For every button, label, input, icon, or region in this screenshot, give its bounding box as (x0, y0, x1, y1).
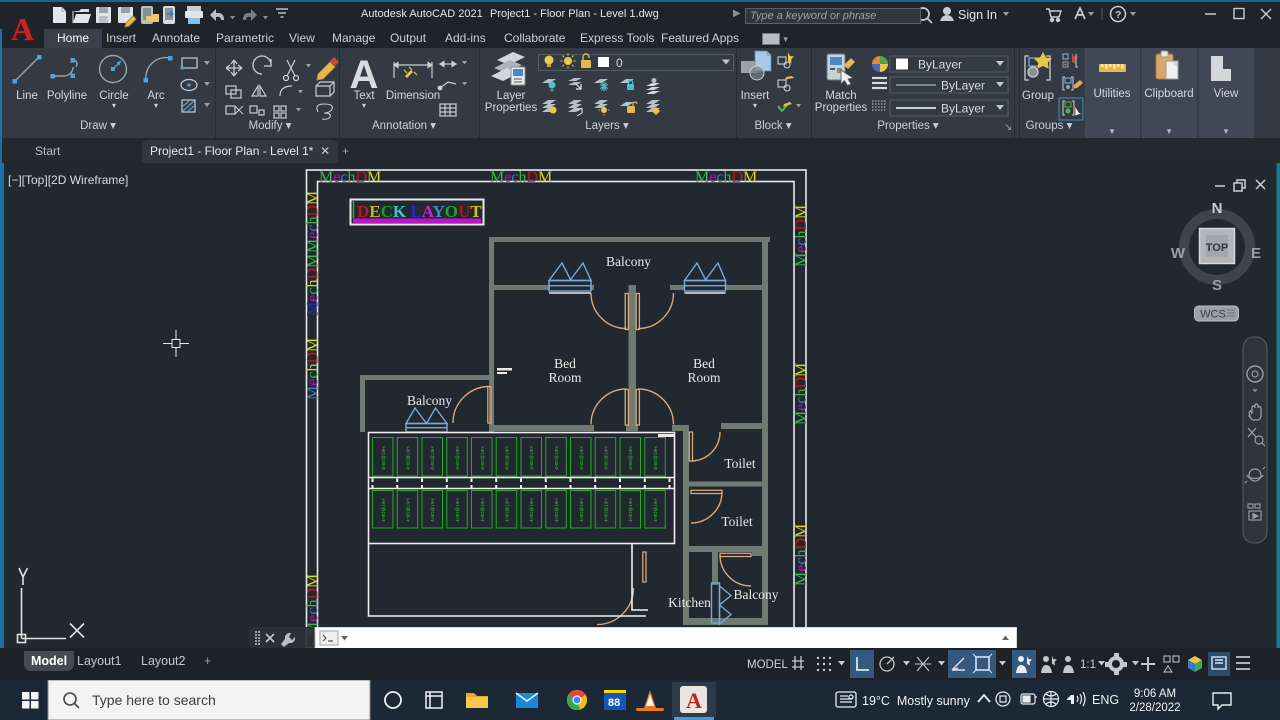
svg-text:0: 0 (616, 56, 623, 70)
svg-text:Clipboard: Clipboard (1144, 88, 1193, 100)
svg-text:4HID@19H: 4HID@19H (579, 498, 584, 522)
svg-text:88: 88 (608, 697, 620, 709)
svg-text:Line: Line (16, 90, 38, 102)
svg-text:Modify ▾: Modify ▾ (249, 120, 292, 132)
svg-text:Type here to search: Type here to search (92, 692, 216, 708)
svg-text:Bed: Bed (554, 356, 576, 371)
svg-text:W: W (1171, 245, 1186, 262)
svg-text:DECK LAYOUT: DECK LAYOUT (357, 202, 482, 221)
svg-text:TOP: TOP (1206, 242, 1228, 254)
svg-text:Room: Room (548, 370, 582, 385)
svg-text:Balcony: Balcony (606, 254, 651, 269)
svg-text:4HID@19H: 4HID@19H (529, 446, 534, 470)
svg-text:4HID@19H: 4HID@19H (480, 498, 485, 522)
svg-text:4HID@19H: 4HID@19H (430, 446, 435, 470)
svg-text:▾: ▾ (112, 101, 116, 110)
svg-text:▾: ▾ (1110, 126, 1115, 136)
svg-text:Match: Match (825, 90, 856, 102)
svg-text:19°C Mostly sunny: 19°C Mostly sunny (862, 694, 971, 708)
svg-text:?: ? (1115, 9, 1121, 21)
svg-text:Annotation ▾: Annotation ▾ (372, 120, 436, 132)
svg-text:Polyline: Polyline (47, 90, 87, 102)
svg-text:Sign In: Sign In (958, 8, 997, 22)
svg-text:4HID@19H: 4HID@19H (505, 498, 510, 522)
svg-text:MechDM: MechDM (793, 363, 810, 425)
svg-text:WCS: WCS (1200, 309, 1226, 321)
svg-text:MechDM: MechDM (319, 169, 381, 186)
svg-text:Group: Group (1022, 90, 1054, 102)
svg-text:4HID@19H: 4HID@19H (628, 446, 633, 470)
svg-text:4HID@19H: 4HID@19H (406, 498, 411, 522)
svg-text:Properties: Properties (815, 102, 868, 114)
svg-text:4HID@19H: 4HID@19H (554, 446, 559, 470)
svg-text:4HID@19H: 4HID@19H (554, 498, 559, 522)
svg-text:[−][Top][2D Wireframe]: [−][Top][2D Wireframe] (8, 173, 128, 187)
svg-text:4HID@19H: 4HID@19H (628, 498, 633, 522)
svg-text:▾: ▾ (753, 101, 757, 110)
svg-text:A: A (686, 688, 702, 713)
svg-text:Balcony: Balcony (407, 393, 452, 408)
svg-text:4HID@19H: 4HID@19H (653, 446, 658, 470)
svg-text:MechDM: MechDM (305, 338, 322, 400)
svg-text:Groups ▾: Groups ▾ (1026, 120, 1073, 132)
svg-text:ByLayer: ByLayer (941, 79, 985, 93)
svg-text:Toilet: Toilet (721, 514, 753, 529)
svg-text:Room: Room (687, 370, 721, 385)
svg-text:ENG: ENG (1092, 693, 1119, 707)
svg-text:Properties ▾: Properties ▾ (877, 120, 939, 132)
svg-text:4HID@19H: 4HID@19H (480, 446, 485, 470)
svg-text:E: E (1251, 245, 1261, 262)
svg-text:4HID@19H: 4HID@19H (653, 498, 658, 522)
svg-text:MechDM: MechDM (305, 191, 322, 253)
svg-text:ByLayer: ByLayer (941, 102, 985, 116)
svg-text:Kitchen: Kitchen (668, 595, 711, 610)
svg-text:Layers ▾: Layers ▾ (585, 120, 629, 132)
svg-text:4HID@19H: 4HID@19H (505, 446, 510, 470)
svg-text:1:1: 1:1 (1080, 659, 1096, 671)
svg-text:MechDM: MechDM (490, 169, 552, 186)
svg-text:Toilet: Toilet (724, 456, 756, 471)
svg-text:View: View (1214, 88, 1239, 100)
svg-text:Block ▾: Block ▾ (754, 120, 791, 132)
svg-text:▾: ▾ (1167, 126, 1172, 136)
svg-text:S: S (1212, 277, 1222, 294)
svg-text:ByLayer: ByLayer (918, 58, 962, 72)
svg-text:4HID@19H: 4HID@19H (381, 498, 386, 522)
svg-text:2/28/2022: 2/28/2022 (1129, 702, 1180, 714)
svg-text:Properties: Properties (485, 102, 538, 114)
svg-text:Utilities: Utilities (1093, 88, 1130, 100)
svg-text:Balcony: Balcony (734, 587, 779, 602)
svg-text:4HID@19H: 4HID@19H (455, 498, 460, 522)
svg-text:4HID@19H: 4HID@19H (529, 498, 534, 522)
svg-text:MechDM: MechDM (305, 254, 322, 316)
svg-text:MechDM: MechDM (695, 169, 757, 186)
svg-text:MechDM: MechDM (793, 205, 810, 267)
svg-text:4HID@19H: 4HID@19H (604, 446, 609, 470)
svg-text:Bed: Bed (693, 356, 715, 371)
svg-text:Draw ▾: Draw ▾ (80, 120, 116, 132)
svg-text:4HID@19H: 4HID@19H (381, 446, 386, 470)
svg-text:4HID@19H: 4HID@19H (604, 498, 609, 522)
svg-text:↘: ↘ (1004, 122, 1012, 133)
svg-text:▾: ▾ (362, 101, 366, 110)
svg-text:N: N (1212, 200, 1223, 217)
svg-text:4HID@19H: 4HID@19H (579, 446, 584, 470)
svg-text:Dimension: Dimension (386, 90, 440, 102)
svg-text:▾: ▾ (1224, 126, 1229, 136)
svg-text:4HID@19H: 4HID@19H (406, 446, 411, 470)
svg-text:MODEL: MODEL (747, 659, 789, 671)
svg-text:Layer: Layer (497, 90, 526, 102)
svg-text:▾: ▾ (154, 101, 158, 110)
svg-text:MechDM: MechDM (793, 524, 810, 586)
svg-text:4HID@19H: 4HID@19H (455, 446, 460, 470)
svg-text:9:06 AM: 9:06 AM (1134, 688, 1176, 700)
svg-text:4HID@19H: 4HID@19H (430, 498, 435, 522)
